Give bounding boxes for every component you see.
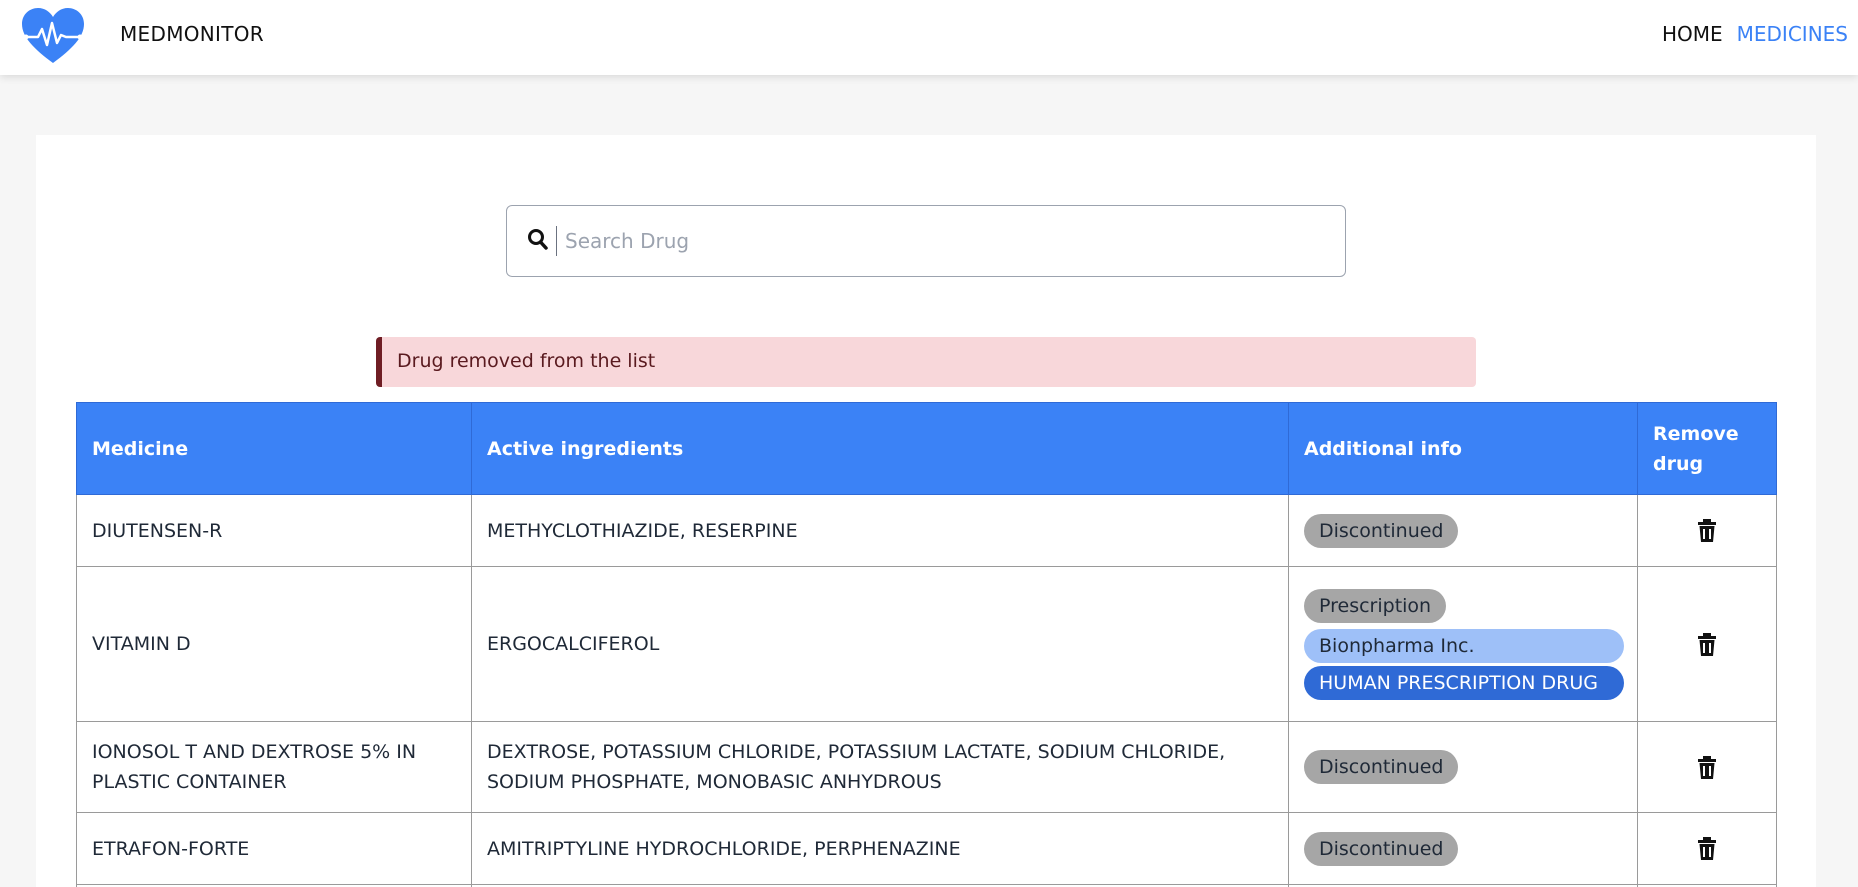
active-ingredients: METHYCLOTHIAZIDE, RESERPINE xyxy=(471,494,1289,567)
type-badge: Prescription xyxy=(1304,588,1447,623)
table-row: DIUTENSEN-R METHYCLOTHIAZIDE, RESERPINE … xyxy=(76,494,1777,567)
trash-icon[interactable] xyxy=(1697,519,1717,543)
status-badge: Discontinued xyxy=(1304,513,1459,548)
nav-link-medicines[interactable]: MEDICINES xyxy=(1737,22,1848,46)
search-icon xyxy=(528,229,548,250)
table-header-row: Medicine Active ingredients Additional i… xyxy=(76,402,1777,495)
manufacturer-badge: Bionpharma Inc. xyxy=(1304,628,1624,663)
active-ingredients: AMITRIPTYLINE HYDROCHLORIDE, PERPHENAZIN… xyxy=(471,812,1289,885)
trash-icon[interactable] xyxy=(1697,632,1717,657)
medicine-name: IONOSOL T AND DEXTROSE 5% IN PLASTIC CON… xyxy=(76,721,472,813)
navbar: MEDMONITOR HOME MEDICINES xyxy=(0,0,1858,75)
remove-drug-cell xyxy=(1637,721,1777,813)
trash-icon[interactable] xyxy=(1697,837,1717,861)
medicine-name: ETRAFON-FORTE xyxy=(76,812,472,885)
nav-links: HOME MEDICINES xyxy=(1662,22,1848,46)
search-box[interactable] xyxy=(506,205,1346,277)
additional-info: Discontinued xyxy=(1288,812,1638,885)
table-row: ETRAFON-FORTE AMITRIPTYLINE HYDROCHLORID… xyxy=(76,812,1777,885)
search-divider xyxy=(556,226,557,256)
table-row: IONOSOL T AND DEXTROSE 5% IN PLASTIC CON… xyxy=(76,721,1777,813)
active-ingredients: DEXTROSE, POTASSIUM CHLORIDE, POTASSIUM … xyxy=(471,721,1289,813)
remove-drug-cell xyxy=(1637,566,1777,722)
additional-info: Discontinued xyxy=(1288,494,1638,567)
header-medicine: Medicine xyxy=(76,402,472,495)
active-ingredients: ERGOCALCIFEROL xyxy=(471,566,1289,722)
table-row: VITAMIN D ERGOCALCIFEROL Prescription Bi… xyxy=(76,566,1777,722)
status-badge: Discontinued xyxy=(1304,750,1459,784)
main-card: Drug removed from the list Medicine Acti… xyxy=(36,135,1816,887)
medicine-name: VITAMIN D xyxy=(76,566,472,722)
header-remove-drug: Remove drug xyxy=(1637,402,1777,495)
category-badge: HUMAN PRESCRIPTION DRUG xyxy=(1304,665,1624,700)
trash-icon[interactable] xyxy=(1697,755,1717,780)
heart-pulse-icon[interactable] xyxy=(20,7,86,65)
nav-link-home[interactable]: HOME xyxy=(1662,22,1723,46)
brand-name[interactable]: MEDMONITOR xyxy=(120,22,264,46)
search-input[interactable] xyxy=(565,220,1325,262)
header-additional-info: Additional info xyxy=(1288,402,1638,495)
remove-drug-cell xyxy=(1637,494,1777,567)
remove-drug-cell xyxy=(1637,812,1777,885)
additional-info: Discontinued xyxy=(1288,721,1638,813)
additional-info: Prescription Bionpharma Inc. HUMAN PRESC… xyxy=(1288,566,1638,722)
header-active-ingredients: Active ingredients xyxy=(471,402,1289,495)
status-badge: Discontinued xyxy=(1304,831,1459,866)
alert-message: Drug removed from the list xyxy=(376,337,1476,387)
medicines-table: Medicine Active ingredients Additional i… xyxy=(76,402,1777,887)
medicine-name: DIUTENSEN-R xyxy=(76,494,472,567)
